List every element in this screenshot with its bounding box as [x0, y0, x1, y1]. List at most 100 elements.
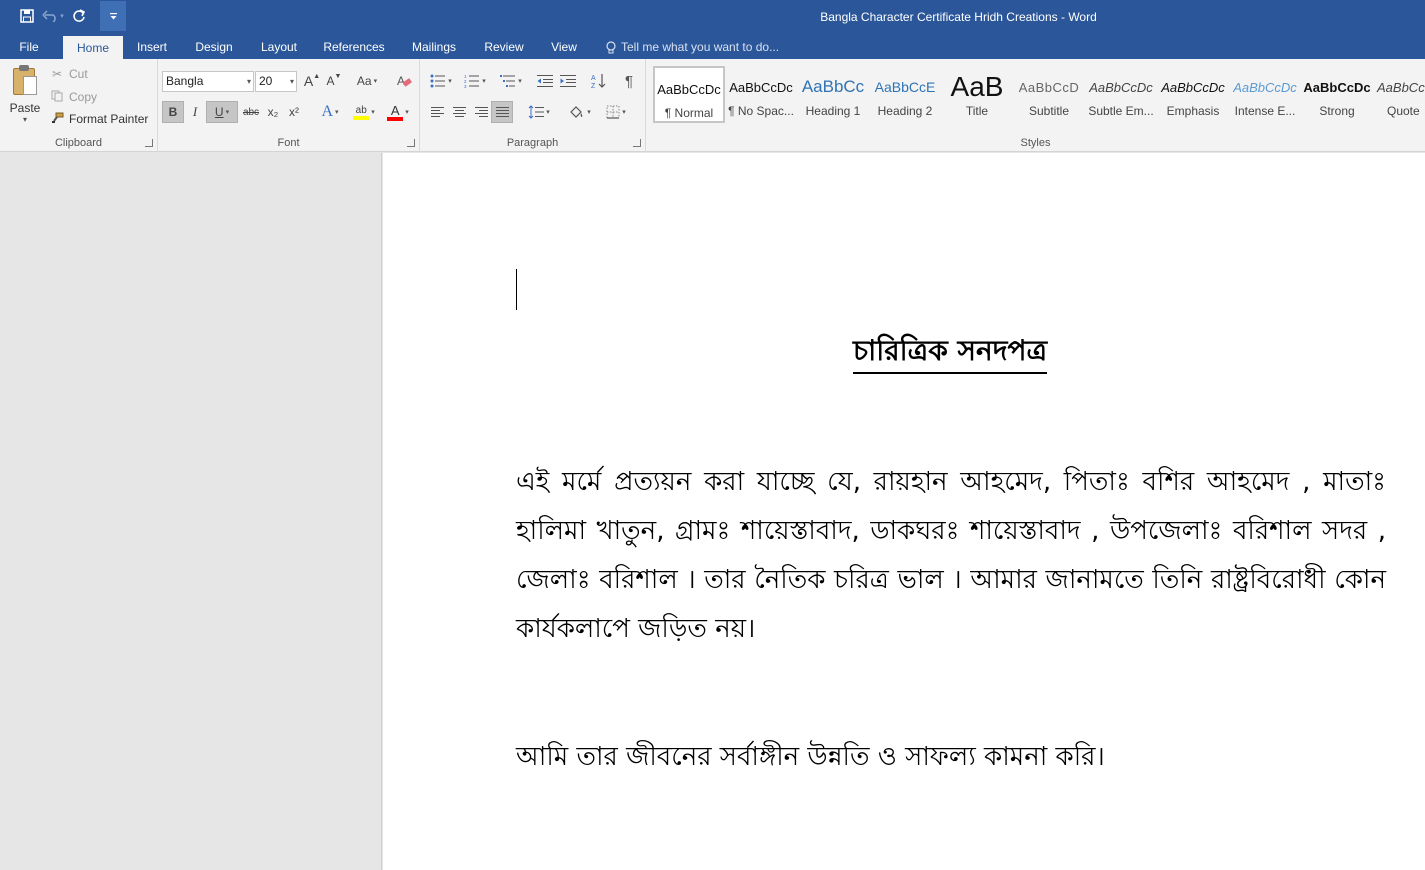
highlight-button[interactable]: ab ▾ — [348, 101, 380, 123]
tab-file[interactable]: File — [10, 35, 48, 59]
style-normal[interactable]: AaBbCcDc ¶ Normal — [653, 66, 725, 123]
document-heading[interactable]: চারিত্রিক সনদপত্র — [853, 330, 1048, 374]
align-left-icon[interactable] — [426, 101, 448, 123]
cut-button[interactable]: ✂ Cut — [50, 64, 88, 84]
copy-button[interactable]: Copy — [50, 87, 97, 107]
paragraph-launcher-icon[interactable] — [633, 139, 641, 147]
style-sample: AaBbCcDc — [1161, 79, 1225, 95]
superscript-button[interactable]: x² — [284, 101, 304, 123]
svg-text:A: A — [591, 75, 596, 82]
text-effects-button[interactable]: A ▾ — [316, 101, 344, 123]
borders-icon — [606, 105, 620, 119]
style-name: Subtle Em... — [1088, 104, 1154, 118]
underline-icon: U — [214, 105, 224, 119]
cut-label: Cut — [69, 67, 88, 81]
style-sample: AaBbCcDc — [1377, 79, 1425, 95]
style-strong[interactable]: AaBbCcDc Strong — [1301, 66, 1373, 123]
style-intense-emphasis[interactable]: AaBbCcDc Intense E... — [1229, 66, 1301, 123]
format-painter-label: Format Painter — [69, 112, 149, 126]
format-painter-button[interactable]: Format Painter — [50, 109, 148, 129]
style-name: Quote — [1387, 104, 1420, 118]
numbering-icon: 123 — [464, 74, 480, 88]
subscript-button[interactable]: x₂ — [263, 101, 283, 123]
multilevel-list-icon — [500, 75, 516, 87]
style-heading-1[interactable]: AaBbCc Heading 1 — [797, 66, 869, 123]
paste-dropdown-icon[interactable]: ▾ — [6, 115, 44, 124]
grow-font-icon: A — [303, 73, 314, 89]
font-size-value: 20 — [259, 74, 273, 88]
font-size-box[interactable]: 20 ▾ — [255, 71, 297, 92]
tab-layout[interactable]: Layout — [252, 35, 306, 59]
borders-button[interactable]: ▾ — [600, 101, 632, 123]
paintbrush-icon — [50, 112, 64, 127]
paint-bucket-icon — [570, 106, 583, 118]
change-case-button[interactable]: Aa ▾ — [352, 70, 382, 92]
style-title[interactable]: AaB Title — [941, 66, 1013, 123]
style-subtle-emphasis[interactable]: AaBbCcDc Subtle Em... — [1085, 66, 1157, 123]
shrink-font-icon: A — [326, 74, 335, 88]
tab-mailings[interactable]: Mailings — [404, 35, 464, 59]
clipboard-launcher-icon[interactable] — [145, 139, 153, 147]
tab-review[interactable]: Review — [476, 35, 532, 59]
font-launcher-icon[interactable] — [407, 139, 415, 147]
style-subtitle[interactable]: AaBbCcD Subtitle — [1013, 66, 1085, 123]
window-title: Bangla Character Certificate Hridh Creat… — [0, 10, 1425, 24]
style-emphasis[interactable]: AaBbCcDc Emphasis — [1157, 66, 1229, 123]
document-paragraph-2[interactable]: আমি তার জীবনের সর্বাঙ্গীন উন্নতি ও সাফল্… — [516, 733, 1386, 782]
tell-me-box[interactable]: Tell me what you want to do... — [606, 35, 779, 59]
tab-home[interactable]: Home — [63, 36, 123, 59]
line-spacing-button[interactable]: ▾ — [524, 101, 554, 123]
style-sample: AaBbCcE — [874, 79, 936, 95]
show-formatting-button[interactable]: ¶ — [618, 70, 640, 92]
strikethrough-button[interactable]: abc — [240, 101, 262, 123]
copy-label: Copy — [69, 90, 98, 104]
increase-indent-icon[interactable] — [557, 70, 579, 92]
bold-button[interactable]: B — [162, 101, 184, 123]
shrink-font-button[interactable]: A ▼ — [324, 70, 344, 92]
paragraph-group-label: Paragraph — [506, 137, 559, 149]
paste-button[interactable]: Paste ▾ — [6, 65, 44, 124]
font-name-dropdown-icon[interactable]: ▾ — [247, 72, 251, 91]
tell-me-placeholder: Tell me what you want to do... — [621, 40, 780, 54]
styles-group-label: Styles — [1020, 137, 1051, 149]
tab-insert[interactable]: Insert — [130, 35, 174, 59]
style-quote[interactable]: AaBbCcDc Quote — [1373, 66, 1425, 123]
style-name: ¶ Normal — [664, 106, 714, 120]
tab-design[interactable]: Design — [188, 35, 240, 59]
align-center-icon[interactable] — [448, 101, 470, 123]
paste-icon — [10, 65, 40, 97]
tab-view[interactable]: View — [543, 35, 585, 59]
style-name: Title — [965, 104, 989, 118]
underline-button[interactable]: U ▾ — [206, 101, 238, 123]
italic-button[interactable]: I — [185, 101, 205, 123]
svg-text:3: 3 — [464, 84, 467, 88]
style-name: ¶ No Spac... — [728, 104, 794, 118]
decrease-indent-icon[interactable] — [534, 70, 556, 92]
numbering-button[interactable]: 1 2 3 ▾ — [460, 70, 490, 92]
justify-icon[interactable] — [491, 101, 513, 123]
sort-icon[interactable]: AZ — [588, 70, 610, 92]
style-heading-2[interactable]: AaBbCcE Heading 2 — [869, 66, 941, 123]
font-name-box[interactable]: Bangla ▾ — [162, 71, 254, 92]
style-sample: AaBbCcDc — [1233, 79, 1297, 95]
copy-icon — [50, 90, 64, 105]
clipboard-group-label: Clipboard — [54, 137, 103, 149]
align-right-icon[interactable] — [470, 101, 492, 123]
style-name: Intense E... — [1234, 104, 1296, 118]
document-page[interactable]: চারিত্রিক সনদপত্র এই মর্মে প্রত্যয়ন করা… — [383, 153, 1425, 870]
font-size-dropdown-icon[interactable]: ▾ — [290, 72, 294, 91]
style-name: Emphasis — [1166, 104, 1220, 118]
font-color-button[interactable]: A ▾ — [382, 101, 414, 123]
bullets-button[interactable]: ▾ — [426, 70, 456, 92]
window-title-text: Bangla Character Certificate Hridh Creat… — [820, 10, 1097, 24]
document-paragraph-1[interactable]: এই মর্মে প্রত্যয়ন করা যাচ্ছে যে, রায়হা… — [516, 458, 1386, 654]
multilevel-list-button[interactable]: ▾ — [496, 70, 526, 92]
style-name: Strong — [1319, 104, 1355, 118]
tab-references[interactable]: References — [318, 35, 390, 59]
style-no-spacing[interactable]: AaBbCcDc ¶ No Spac... — [725, 66, 797, 123]
grow-font-button[interactable]: A ▲ — [302, 70, 322, 92]
paragraph-group: ▾ 1 2 3 ▾ ▾ AZ ¶ ▾ ▾ ▾ Paragraph — [420, 59, 646, 152]
shading-button[interactable]: ▾ — [564, 101, 596, 123]
clear-formatting-icon[interactable]: A — [394, 70, 414, 92]
highlighter-icon: ab — [353, 105, 370, 120]
